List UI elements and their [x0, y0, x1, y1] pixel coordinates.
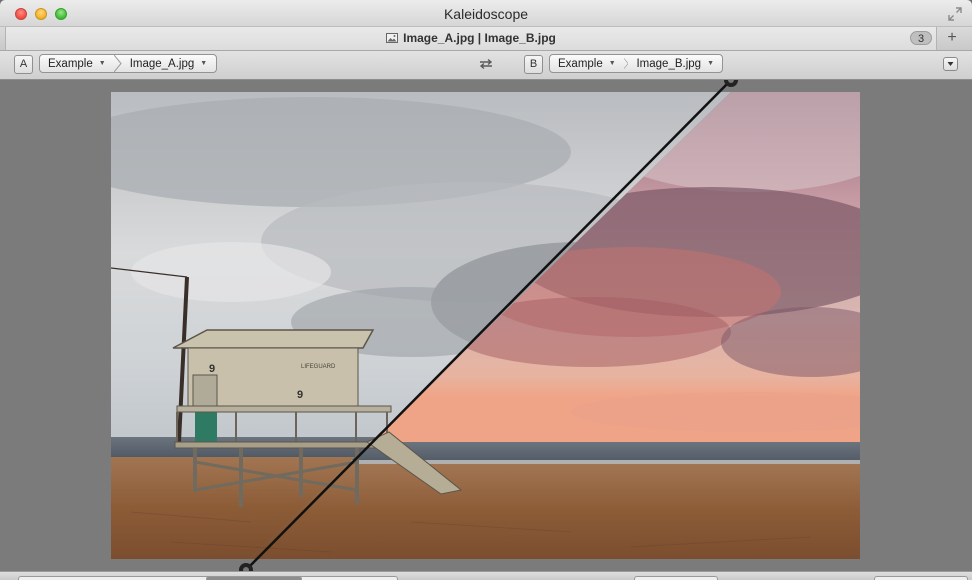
path-control-b[interactable]: Example ▼ Image_B.jpg ▼ [549, 54, 723, 73]
dropdown-menu-icon[interactable] [943, 57, 958, 71]
chevron-down-icon: ▼ [98, 60, 106, 67]
tab-comparison[interactable]: Image_A.jpg | Image_B.jpg 3 [5, 27, 937, 50]
side-a-label: A [14, 55, 33, 74]
fullscreen-icon[interactable] [948, 7, 962, 21]
side-b-label: B [524, 55, 543, 74]
path-file-a-label: Image_A.jpg [129, 57, 195, 70]
chevron-down-icon: ▼ [608, 60, 616, 67]
path-folder-a-label: Example [48, 57, 93, 70]
bottom-control-c[interactable] [874, 576, 968, 580]
path-folder-a[interactable]: Example ▼ [40, 55, 114, 72]
title-bar[interactable]: Kaleidoscope [0, 0, 972, 27]
tab-count-badge: 3 [910, 31, 932, 45]
triangle-down-icon [947, 62, 954, 66]
path-folder-b[interactable]: Example ▼ [550, 55, 624, 72]
window-title: Kaleidoscope [443, 6, 529, 22]
plus-icon[interactable]: + [944, 29, 960, 47]
swap-arrows-icon[interactable] [477, 58, 495, 70]
image-file-icon [386, 33, 399, 43]
comparison-view[interactable]: LIFEGUARD 9 9 [0, 80, 972, 580]
path-file-a[interactable]: Image_A.jpg ▼ [122, 55, 216, 72]
tab-title-container: Image_A.jpg | Image_B.jpg [6, 31, 936, 45]
path-folder-b-label: Example [558, 57, 603, 70]
chevron-down-icon: ▼ [707, 60, 714, 67]
kaleidoscope-window: Kaleidoscope Image_A.jpg | Image_B.jpg 3… [0, 0, 972, 580]
path-file-b-label: Image_B.jpg [636, 57, 702, 70]
bottom-segment-selected[interactable] [206, 576, 302, 580]
chevron-down-icon: ▼ [200, 60, 208, 67]
path-file-b[interactable]: Image_B.jpg ▼ [628, 55, 722, 72]
bottom-control-b[interactable] [634, 576, 718, 580]
tab-bar: Image_A.jpg | Image_B.jpg 3 + [0, 27, 972, 51]
bottom-bar [0, 571, 972, 580]
path-separator-icon [113, 55, 122, 72]
split-divider[interactable] [0, 80, 972, 580]
path-control-a[interactable]: Example ▼ Image_A.jpg ▼ [39, 54, 217, 73]
tab-title: Image_A.jpg | Image_B.jpg [403, 31, 556, 45]
path-bar: A Example ▼ Image_A.jpg ▼ B Example ▼ Im… [0, 51, 972, 80]
